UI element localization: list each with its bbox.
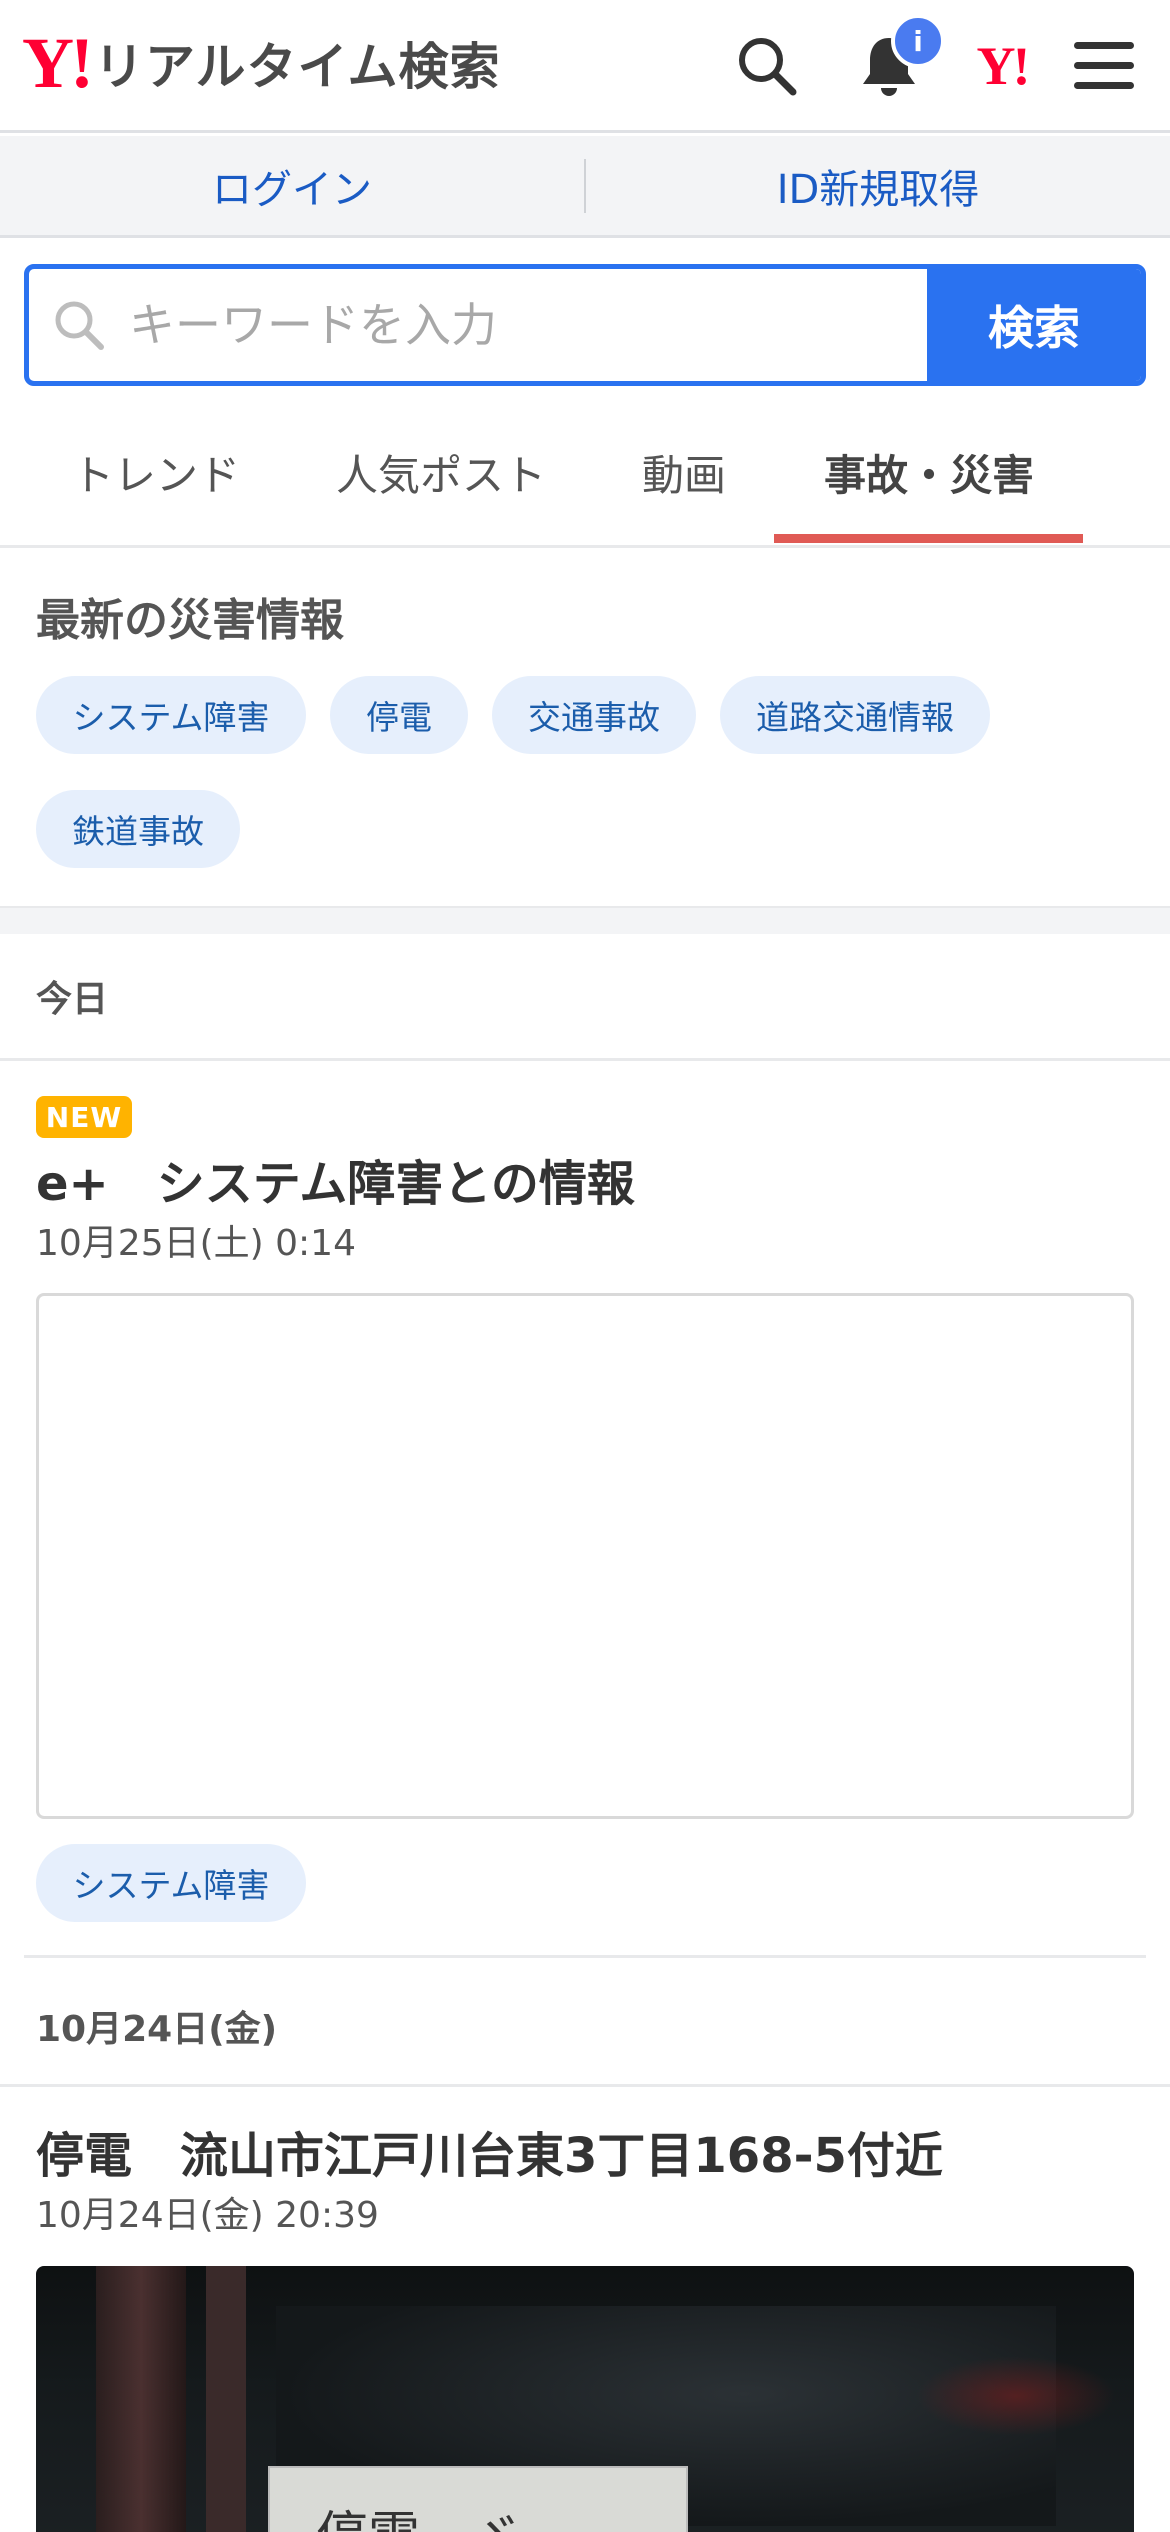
photo-pillar: [96, 2266, 186, 2532]
post-time: 10月24日(金) 20:39: [36, 2195, 379, 2236]
site-title: リアルタイム検索: [93, 38, 501, 96]
post-title[interactable]: e+ システム障害との情報: [36, 1144, 635, 1214]
chip-road-traffic-info[interactable]: 道路交通情報: [720, 676, 990, 754]
chip-railway-accident[interactable]: 鉄道事故: [36, 790, 240, 868]
divider: [24, 1955, 1146, 1958]
section-divider: [0, 906, 1170, 934]
search-button[interactable]: 検索: [927, 269, 1141, 381]
post-photo[interactable]: 停電 ゞ: [36, 2266, 1134, 2532]
new-badge: NEW: [36, 1096, 132, 1138]
search-input[interactable]: [129, 269, 927, 381]
yahoo-logo-mark: Y!: [22, 23, 94, 103]
post-tag-system-failure[interactable]: システム障害: [36, 1844, 306, 1922]
category-tabs: トレンド 人気ポスト 動画 事故・災害: [0, 400, 1170, 548]
tab-videos[interactable]: 動画: [642, 442, 726, 503]
chip-power-outage[interactable]: 停電: [330, 676, 468, 754]
login-link[interactable]: ログイン: [0, 157, 584, 215]
chip-system-failure[interactable]: システム障害: [36, 676, 306, 754]
divider: [0, 2084, 1170, 2087]
tab-accidents-disasters[interactable]: 事故・災害: [824, 442, 1034, 503]
post-title[interactable]: 停電 流山市江戸川台東3丁目168-5付近: [36, 2116, 943, 2186]
search-input-icon: [29, 269, 129, 381]
search-bar: 検索: [24, 264, 1146, 386]
divider: [0, 1058, 1170, 1061]
yahoo-home-link[interactable]: Y!: [966, 30, 1038, 102]
auth-bar: ログイン ID新規取得: [0, 136, 1170, 238]
post-time: 10月25日(土) 0:14: [36, 1223, 356, 1264]
tab-trend[interactable]: トレンド: [72, 442, 240, 503]
menu-icon[interactable]: [1068, 30, 1140, 102]
signup-link[interactable]: ID新規取得: [586, 157, 1170, 215]
search-icon[interactable]: [731, 30, 803, 102]
day-label-oct24: 10月24日(金): [36, 2009, 278, 2050]
disaster-section-title: 最新の災害情報: [36, 595, 344, 646]
chip-traffic-accident[interactable]: 交通事故: [492, 676, 696, 754]
photo-red-light: [916, 2356, 1116, 2436]
app-header: Y! リアルタイム検索 i Y!: [0, 0, 1170, 133]
tab-popular-posts[interactable]: 人気ポスト: [336, 442, 546, 503]
photo-pillar: [206, 2266, 246, 2532]
notification-badge[interactable]: i: [891, 14, 945, 68]
day-label-today: 今日: [36, 979, 109, 1020]
site-logo[interactable]: Y! リアルタイム検索: [22, 23, 501, 103]
active-tab-indicator: [774, 534, 1083, 543]
embedded-post[interactable]: [36, 1293, 1134, 1819]
photo-notice-text: 停電 ゞ: [316, 2494, 524, 2532]
